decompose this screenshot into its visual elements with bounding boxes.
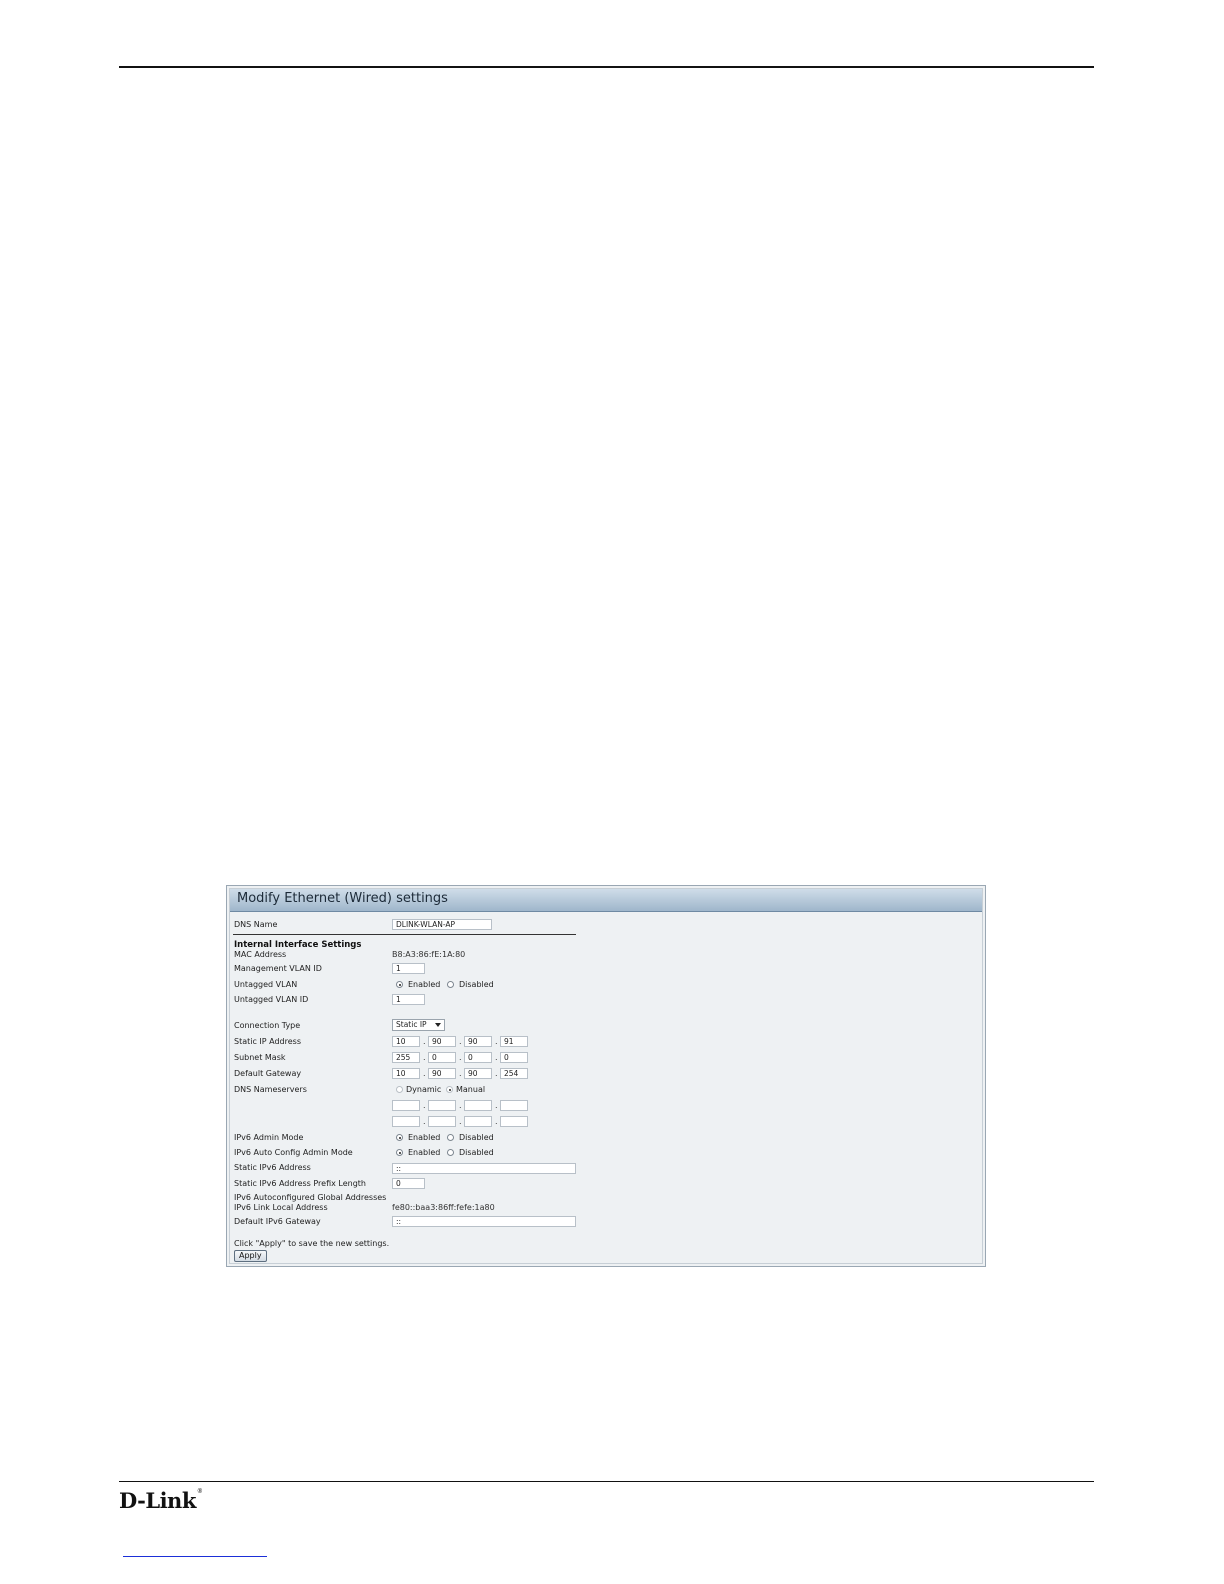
static-ip-octet-3[interactable]: 90 <box>464 1036 492 1047</box>
connection-type-label: Connection Type <box>234 1021 301 1030</box>
octet-separator: . <box>495 1053 498 1062</box>
dns-nameservers-label: DNS Nameservers <box>234 1085 307 1094</box>
ethernet-settings-panel: Modify Ethernet (Wired) settings DNS Nam… <box>226 885 986 1267</box>
panel-title: Modify Ethernet (Wired) settings <box>237 891 448 906</box>
octet-separator: . <box>423 1069 426 1078</box>
ipv6-global-label: IPv6 Autoconfigured Global Addresses <box>234 1193 387 1202</box>
default-gateway-octet-1[interactable]: 10 <box>392 1068 420 1079</box>
static-ip-octet-2[interactable]: 90 <box>428 1036 456 1047</box>
untagged-vlan-id-label: Untagged VLAN ID <box>234 995 309 1004</box>
panel-titlebar: Modify Ethernet (Wired) settings <box>230 889 982 912</box>
header-rule <box>119 66 1094 68</box>
static-ip-label: Static IP Address <box>234 1037 302 1046</box>
untagged-vlan-id-input[interactable]: 1 <box>392 994 425 1005</box>
connection-type-select[interactable]: Static IP <box>392 1019 445 1031</box>
subnet-mask-octet-4[interactable]: 0 <box>500 1052 528 1063</box>
ipv6-admin-mode-label: IPv6 Admin Mode <box>234 1133 304 1142</box>
ipv6-admin-disabled-label: Disabled <box>459 1133 494 1142</box>
untagged-vlan-label: Untagged VLAN <box>234 980 298 989</box>
dns-manual-radio[interactable] <box>446 1086 453 1093</box>
static-ipv6-prefix-input[interactable]: 0 <box>392 1178 425 1189</box>
static-ipv6-input[interactable]: :: <box>392 1163 576 1174</box>
apply-button[interactable]: Apply <box>234 1250 267 1262</box>
static-ip-octet-1[interactable]: 10 <box>392 1036 420 1047</box>
mac-address-value: B8:A3:86:fE:1A:80 <box>392 950 466 959</box>
subnet-mask-octet-2[interactable]: 0 <box>428 1052 456 1063</box>
dns-server1-octet-2[interactable] <box>428 1100 456 1111</box>
ipv6-admin-enabled-radio[interactable] <box>396 1134 403 1141</box>
default-gateway-label: Default Gateway <box>234 1069 302 1078</box>
octet-separator: . <box>423 1117 426 1126</box>
untagged-vlan-disabled-radio[interactable] <box>447 981 454 988</box>
dns-server1-octet-4[interactable] <box>500 1100 528 1111</box>
ipv6-admin-disabled-radio[interactable] <box>447 1134 454 1141</box>
static-ipv6-prefix-label: Static IPv6 Address Prefix Length <box>234 1179 366 1188</box>
dns-server2-octet-3[interactable] <box>464 1116 492 1127</box>
chevron-down-icon <box>435 1023 441 1027</box>
ipv6-auto-disabled-radio[interactable] <box>447 1149 454 1156</box>
registered-mark: ® <box>196 1488 203 1495</box>
octet-separator: . <box>423 1053 426 1062</box>
apply-hint: Click "Apply" to save the new settings. <box>234 1239 390 1248</box>
dns-name-label: DNS Name <box>234 920 278 929</box>
ipv6-auto-enabled-label: Enabled <box>408 1148 441 1157</box>
subnet-mask-label: Subnet Mask <box>234 1053 286 1062</box>
dns-server2-octet-2[interactable] <box>428 1116 456 1127</box>
octet-separator: . <box>459 1053 462 1062</box>
dns-name-input[interactable]: DLINK-WLAN-AP <box>392 919 492 930</box>
dns-server1-octet-3[interactable] <box>464 1100 492 1111</box>
octet-separator: . <box>459 1101 462 1110</box>
section-heading: Internal Interface Settings <box>234 940 362 950</box>
subnet-mask-octet-3[interactable]: 0 <box>464 1052 492 1063</box>
octet-separator: . <box>459 1069 462 1078</box>
dns-dynamic-label: Dynamic <box>406 1085 442 1094</box>
untagged-vlan-disabled-label: Disabled <box>459 980 494 989</box>
dns-server1-octet-1[interactable] <box>392 1100 420 1111</box>
default-ipv6-gateway-label: Default IPv6 Gateway <box>234 1217 321 1226</box>
octet-separator: . <box>459 1037 462 1046</box>
octet-separator: . <box>459 1117 462 1126</box>
untagged-vlan-enabled-radio[interactable] <box>396 981 403 988</box>
static-ip-octet-4[interactable]: 91 <box>500 1036 528 1047</box>
brand-name: D-Link <box>119 1488 196 1513</box>
mac-address-label: MAC Address <box>234 950 287 959</box>
static-ipv6-label: Static IPv6 Address <box>234 1163 311 1172</box>
dns-manual-label: Manual <box>456 1085 486 1094</box>
octet-separator: . <box>423 1101 426 1110</box>
dns-server2-octet-4[interactable] <box>500 1116 528 1127</box>
ipv6-link-local-value: fe80::baa3:86ff:fefe:1a80 <box>392 1203 495 1212</box>
ipv6-auto-enabled-radio[interactable] <box>396 1149 403 1156</box>
default-gateway-octet-2[interactable]: 90 <box>428 1068 456 1079</box>
connection-type-value: Static IP <box>396 1020 427 1029</box>
ipv6-admin-enabled-label: Enabled <box>408 1133 441 1142</box>
octet-separator: . <box>423 1037 426 1046</box>
octet-separator: . <box>495 1069 498 1078</box>
subnet-mask-octet-1[interactable]: 255 <box>392 1052 420 1063</box>
dlink-logo: D-Link® <box>119 1488 203 1513</box>
panel-frame: Modify Ethernet (Wired) settings DNS Nam… <box>229 888 983 1264</box>
section-divider <box>233 934 576 935</box>
management-vlan-input[interactable]: 1 <box>392 963 425 974</box>
management-vlan-label: Management VLAN ID <box>234 964 322 973</box>
ipv6-auto-disabled-label: Disabled <box>459 1148 494 1157</box>
dns-server2-octet-1[interactable] <box>392 1116 420 1127</box>
untagged-vlan-enabled-label: Enabled <box>408 980 441 989</box>
footer-link-underline[interactable] <box>123 1556 267 1557</box>
footer-rule <box>119 1481 1094 1482</box>
default-ipv6-gateway-input[interactable]: :: <box>392 1216 576 1227</box>
octet-separator: . <box>495 1117 498 1126</box>
ipv6-link-local-label: IPv6 Link Local Address <box>234 1203 328 1212</box>
default-gateway-octet-3[interactable]: 90 <box>464 1068 492 1079</box>
octet-separator: . <box>495 1037 498 1046</box>
default-gateway-octet-4[interactable]: 254 <box>500 1068 528 1079</box>
dns-dynamic-radio[interactable] <box>396 1086 403 1093</box>
octet-separator: . <box>495 1101 498 1110</box>
ipv6-auto-config-label: IPv6 Auto Config Admin Mode <box>234 1148 353 1157</box>
